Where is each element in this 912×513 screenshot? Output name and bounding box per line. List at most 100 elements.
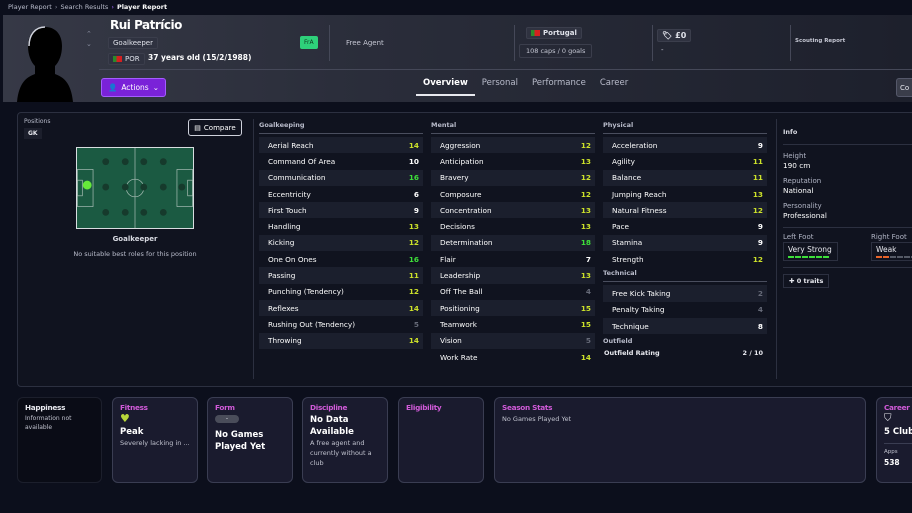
scouting-report-label[interactable]: Scouting Report <box>795 38 845 44</box>
apps-value: 538 <box>884 458 900 467</box>
attribute-row[interactable]: Throwing 14 <box>259 332 423 349</box>
height-label: Height <box>783 152 807 160</box>
attribute-row[interactable]: Aerial Reach 14 <box>259 137 423 154</box>
attribute-row[interactable]: Aggression 12 <box>431 137 595 154</box>
chevron-up-icon[interactable]: ⌃ <box>86 29 92 39</box>
foot-bar-segment <box>883 256 889 258</box>
attribute-row[interactable]: Rushing Out (Tendency) 5 <box>259 316 423 332</box>
attribute-row[interactable]: Balance 11 <box>603 169 767 186</box>
discipline-card[interactable]: Discipline No Data Available A free agent … <box>302 397 388 483</box>
tab-performance[interactable]: Performance <box>525 78 593 96</box>
fitness-card[interactable]: Fitness ♥ Peak Severely lacking in ... <box>112 397 198 483</box>
traits-button[interactable]: ✚ 0 traits <box>783 274 830 288</box>
attribute-row[interactable]: Determination 18 <box>431 234 595 252</box>
attribute-row[interactable]: Bravery 12 <box>431 169 595 186</box>
happiness-card[interactable]: Happiness Information not available <box>17 397 102 483</box>
attribute-value: 15 <box>580 303 591 313</box>
attribute-row[interactable]: Passing 11 <box>259 267 423 284</box>
attribute-row[interactable]: Kicking 12 <box>259 234 423 252</box>
attribute-row[interactable]: Command Of Area 10 <box>259 153 423 169</box>
actions-label: Actions <box>121 83 149 92</box>
attribute-row[interactable]: Jumping Reach 13 <box>603 186 767 202</box>
info-panel: Info Height 190 cm Reputation National P… <box>783 119 912 288</box>
attribute-row[interactable]: Punching (Tendency) 12 <box>259 284 423 300</box>
right-foot-value: Weak <box>876 245 897 254</box>
divider <box>253 119 254 379</box>
attribute-row[interactable]: Natural Fitness 12 <box>603 202 767 219</box>
position-dot <box>159 158 167 166</box>
info-title: Info <box>783 119 912 145</box>
section-title: Outfield <box>603 337 633 346</box>
card-title: Form <box>215 403 235 412</box>
attribute-row[interactable]: Anticipation 13 <box>431 153 595 169</box>
attribute-name: Strength <box>612 254 644 264</box>
attribute-row[interactable]: Stamina 9 <box>603 234 767 252</box>
feet: Left Foot Very Strong Right Foot Weak <box>783 233 912 268</box>
foot-bar-segment <box>816 256 822 258</box>
player-nav-arrows[interactable]: ⌃ ⌄ <box>86 29 92 49</box>
attribute-row[interactable]: Composure 12 <box>431 186 595 202</box>
attribute-row[interactable]: Strength 12 <box>603 251 767 267</box>
card-title: Fitness <box>120 403 148 412</box>
breadcrumb-item[interactable]: Player Report <box>8 3 52 11</box>
attribute-row[interactable]: Flair 7 <box>431 251 595 267</box>
tab-personal[interactable]: Personal <box>475 78 525 96</box>
attribute-row[interactable]: Acceleration 9 <box>603 137 767 154</box>
attribute-row[interactable]: Free Kick Taking 2 <box>603 285 767 302</box>
attribute-row[interactable]: Concentration 13 <box>431 202 595 219</box>
season-stats-card[interactable]: Season Stats No Games Played Yet <box>494 397 866 483</box>
tab-career[interactable]: Career <box>593 78 635 96</box>
attribute-row[interactable]: Reflexes 14 <box>259 299 423 317</box>
personality-label: Personality <box>783 202 822 210</box>
attribute-row[interactable]: Pace 9 <box>603 218 767 234</box>
compare-header-button[interactable]: Co <box>896 78 912 97</box>
attribute-row[interactable]: Communication 16 <box>259 169 423 186</box>
attribute-name: Teamwork <box>440 319 477 329</box>
attribute-name: Handling <box>268 222 301 232</box>
attribute-name: Free Kick Taking <box>612 289 671 299</box>
attribute-row[interactable]: Leadership 13 <box>431 267 595 284</box>
chevron-right-icon: › <box>111 3 114 11</box>
form-card[interactable]: Form - No Games Played Yet <box>207 397 293 483</box>
attributes-goalkeeping: Goalkeeping Aerial Reach 14 Command Of Area… <box>259 121 423 349</box>
attribute-value: 9 <box>757 238 763 248</box>
attribute-row[interactable]: Eccentricity 6 <box>259 186 423 202</box>
attribute-name: Determination <box>440 238 493 248</box>
chevron-down-icon[interactable]: ⌄ <box>86 39 92 49</box>
attribute-row[interactable]: One On Ones 16 <box>259 251 423 267</box>
attribute-row[interactable]: Decisions 13 <box>431 218 595 234</box>
foot-bar-segment <box>809 256 815 258</box>
eligibility-card[interactable]: Eligibility <box>398 397 484 483</box>
attribute-name: Command Of Area <box>268 156 336 166</box>
section-title: Physical <box>603 121 767 134</box>
attribute-name: Vision <box>440 336 462 346</box>
traits-icon: ✚ <box>789 277 797 285</box>
attribute-row[interactable]: Vision 5 <box>431 332 595 349</box>
divider <box>790 25 791 61</box>
attribute-name: Punching (Tendency) <box>268 287 344 297</box>
attribute-row[interactable]: Penalty Taking 4 <box>603 302 767 318</box>
compare-button[interactable]: ▤ Compare <box>188 119 242 136</box>
attribute-name: Jumping Reach <box>612 189 667 199</box>
attribute-name: Technique <box>612 321 649 331</box>
fitness-value: Peak <box>120 427 144 437</box>
attribute-row[interactable]: Handling 13 <box>259 218 423 234</box>
career-stats-card[interactable]: Career St⛉ 5 Clubs Apps 538 <box>876 397 912 483</box>
attribute-name: Bravery <box>440 173 469 183</box>
attribute-name: First Touch <box>268 205 307 215</box>
attribute-row[interactable]: Teamwork 15 <box>431 316 595 332</box>
attribute-row[interactable]: Off The Ball 4 <box>431 284 595 300</box>
attribute-row[interactable]: Positioning 15 <box>431 299 595 317</box>
position-dot <box>102 183 110 191</box>
attribute-row[interactable]: Work Rate 14 <box>431 349 595 365</box>
heart-icon: ♥ <box>120 412 130 425</box>
attribute-row[interactable]: First Touch 9 <box>259 202 423 219</box>
attribute-name: Natural Fitness <box>612 205 667 215</box>
position-dot-gk-active <box>82 180 92 190</box>
attribute-value: 13 <box>408 222 419 232</box>
attribute-row[interactable]: Agility 11 <box>603 153 767 169</box>
attribute-row[interactable]: Technique 8 <box>603 317 767 335</box>
tab-overview[interactable]: Overview <box>416 78 475 96</box>
actions-button[interactable]: 👤 Actions ⌄ <box>101 78 166 97</box>
breadcrumb-item[interactable]: Search Results <box>60 3 108 11</box>
